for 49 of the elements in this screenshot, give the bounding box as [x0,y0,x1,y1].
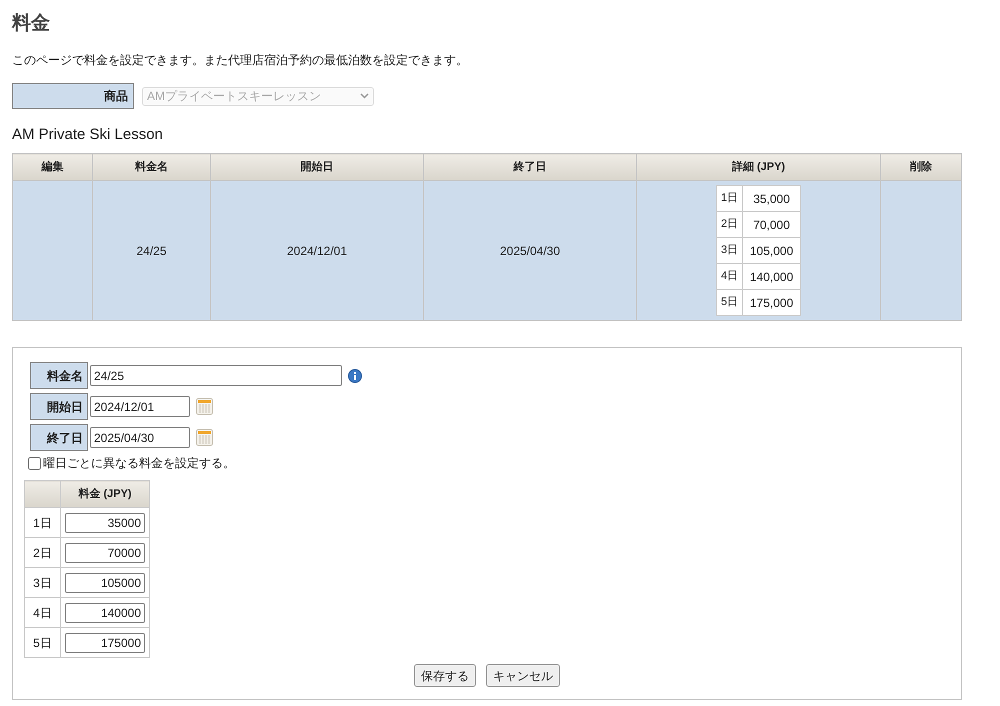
field-label: 料金名 [30,362,88,389]
chevron-down-icon [360,93,369,99]
day-cell: 5日 [716,290,743,316]
calendar-icon[interactable] [196,429,213,446]
column-header: 料金 (JPY) [60,480,150,508]
field-label: 開始日 [30,393,88,420]
info-icon [348,368,362,382]
day-cell: 4日 [716,264,743,290]
column-header: 終了日 [424,154,636,180]
day-cell: 2日 [24,538,60,568]
product-label: 商品 [12,83,134,109]
price-input[interactable]: 70000 [65,542,145,562]
price-input[interactable]: 105000 [65,572,145,592]
table-cell: 24/25 [92,180,210,320]
column-header: 詳細 (JPY) [636,154,880,180]
column-header: 削除 [880,154,962,180]
price-cell: 140,000 [742,264,801,290]
price-input[interactable]: 140000 [65,602,145,622]
price-cell: 35,000 [742,186,801,212]
price-cell: 105,000 [742,238,801,264]
price-cell: 70,000 [742,212,801,238]
input-field[interactable]: 2025/04/30 [90,427,190,448]
day-cell: 3日 [24,568,60,598]
day-cell: 5日 [24,628,60,658]
day-cell: 2日 [716,212,743,238]
save-button[interactable]: 保存する [414,664,476,687]
page-title: 料金 [12,12,51,36]
day-cell: 1日 [716,186,743,212]
price-input[interactable]: 175000 [65,632,145,652]
table-cell: 2024/12/01 [210,180,424,320]
column-header: 料金名 [92,154,210,180]
price-input[interactable]: 35000 [65,512,145,532]
day-cell: 3日 [716,238,743,264]
price-cell: 175,000 [742,290,801,316]
field-label: 終了日 [30,424,88,451]
calendar-icon[interactable] [196,398,213,415]
page-description: このページで料金を設定できます。また代理店宿泊予約の最低泊数を設定できます。 [12,52,469,69]
column-header: 開始日 [210,154,424,180]
column-header [24,480,60,508]
input-field[interactable]: 2024/12/01 [90,396,190,417]
column-header: 編集 [12,154,92,180]
checkbox-label: 曜日ごとに異なる料金を設定する。 [43,455,235,472]
section-title: AM Private Ski Lesson [12,125,164,145]
cancel-button[interactable]: キャンセル [486,664,560,687]
table-cell: 2025/04/30 [424,180,636,320]
input-field[interactable]: 24/25 [90,365,342,386]
weekday-checkbox[interactable] [28,456,41,470]
day-cell: 1日 [24,508,60,538]
day-cell: 4日 [24,598,60,628]
